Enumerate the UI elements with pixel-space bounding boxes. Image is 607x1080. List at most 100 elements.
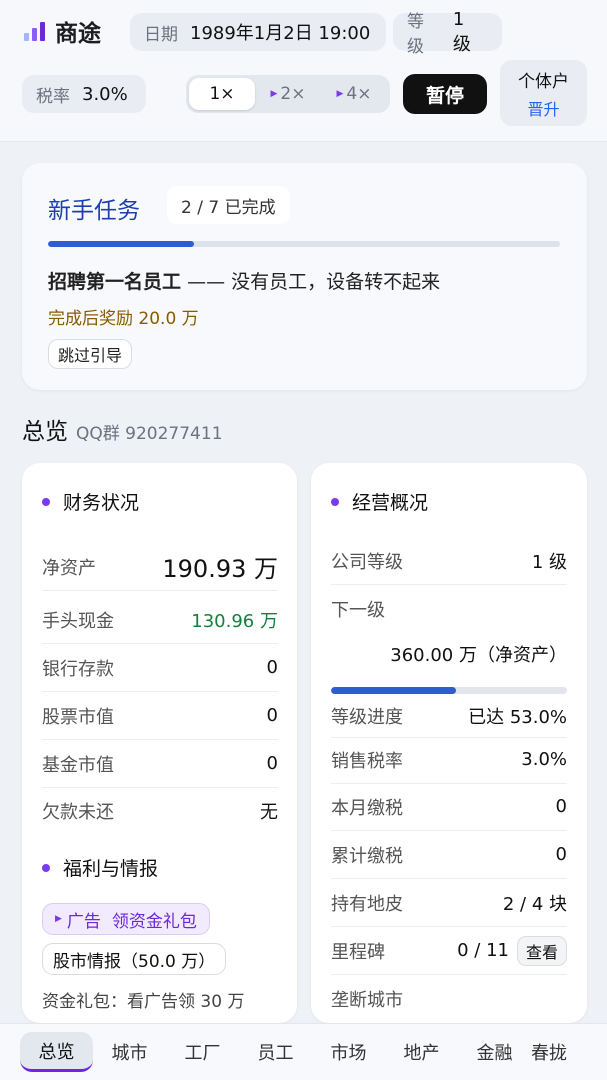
row-value: 0 / 11 — [457, 940, 509, 961]
finance-row-cash: 手头现金 130.96 万 — [42, 596, 278, 644]
milestone-value-group: 0 / 11 查看 — [457, 935, 567, 966]
view-milestone-button[interactable]: 查看 — [516, 935, 567, 966]
biz-row-milestone: 里程碑 0 / 11 查看 — [331, 927, 567, 975]
row-value: 0 — [266, 753, 278, 774]
finance-row-net-assets: 净资产 190.93 万 — [42, 543, 278, 591]
nav-tab-more[interactable]: 春拢 — [531, 1032, 571, 1072]
task-desc: —— 没有员工，设备转不起来 — [187, 271, 441, 293]
nav-tab-city[interactable]: 城市 — [93, 1032, 166, 1072]
finance-title: 财务状况 — [42, 488, 139, 515]
bar-chart-icon — [24, 21, 45, 41]
finance-row-bank: 银行存款 0 — [42, 644, 278, 692]
upgrade-label: 晋升 — [527, 99, 560, 119]
guide-progress-count: 2 / 7 已完成 — [167, 186, 290, 224]
speed-2x-button[interactable]: ▶ 2× — [255, 78, 321, 110]
finance-row-debt: 欠款未还 无 — [42, 787, 278, 835]
top-bar: 商途 日期 1989年1月2日 19:00 等级 1 级 税率 3.0% 1× … — [0, 0, 607, 142]
task-line: 招聘第一名员工 —— 没有员工，设备转不起来 — [48, 267, 440, 294]
nav-tab-staff[interactable]: 员工 — [239, 1032, 312, 1072]
level-progress-fill — [331, 687, 457, 694]
biz-row-progress: 等级进度 已达 53.0% — [331, 694, 567, 738]
row-label: 本月缴税 — [331, 797, 403, 819]
row-label: 股票市值 — [42, 706, 114, 728]
app-title: 商途 — [55, 21, 101, 47]
play-icon: ▶ — [55, 914, 62, 924]
biz-row-month-tax: 本月缴税 0 — [331, 783, 567, 831]
row-label: 手头现金 — [42, 610, 114, 632]
date-display: 日期 1989年1月2日 19:00 — [130, 13, 386, 51]
tax-display: 税率 3.0% — [22, 75, 146, 113]
row-label: 下一级 — [331, 600, 385, 621]
stock-tip-button[interactable]: 股市情报（50.0 万） — [42, 943, 227, 975]
row-label: 等级进度 — [331, 706, 403, 728]
nav-tab-factory[interactable]: 工厂 — [166, 1032, 239, 1072]
bottom-nav: 总览 城市 工厂 员工 市场 地产 金融 春拢 — [0, 1023, 607, 1080]
row-value: 0 — [266, 705, 278, 726]
nav-tab-realestate[interactable]: 地产 — [385, 1032, 458, 1072]
skip-guide-button[interactable]: 跳过引导 — [48, 339, 133, 369]
finance-row-stocks: 股票市值 0 — [42, 692, 278, 740]
guide-card: 新手任务 2 / 7 已完成 招聘第一名员工 —— 没有员工，设备转不起来 完成… — [22, 163, 587, 390]
row-value: 0 — [555, 844, 567, 865]
pause-button[interactable]: 暂停 — [403, 74, 487, 114]
row-label: 持有地皮 — [331, 893, 403, 915]
speed-2x-label: 2× — [280, 84, 306, 104]
nav-tab-overview[interactable]: 总览 — [20, 1032, 93, 1072]
date-label: 日期 — [144, 24, 178, 45]
speed-4x-button[interactable]: ▶ 4× — [321, 78, 387, 110]
tax-value: 3.0% — [82, 83, 128, 105]
welfare-title: 福利与情报 — [42, 854, 158, 881]
ad-label: 广告 — [66, 911, 101, 932]
business-title: 经营概况 — [331, 488, 428, 515]
date-value: 1989年1月2日 19:00 — [190, 23, 371, 44]
business-title-text: 经营概况 — [352, 492, 429, 514]
task-reward: 完成后奖励 20.0 万 — [48, 309, 199, 329]
row-value: 3.0% — [521, 749, 567, 770]
finance-card: 财务状况 净资产 190.93 万 手头现金 130.96 万 银行存款 0 股… — [22, 463, 297, 1023]
row-value: 已达 53.0% — [468, 706, 567, 728]
speed-1x-button[interactable]: 1× — [189, 78, 255, 110]
biz-row-tax-rate: 销售税率 3.0% — [331, 736, 567, 784]
task-name: 招聘第一名员工 — [48, 271, 182, 293]
bullet-icon — [42, 497, 50, 506]
finance-title-text: 财务状况 — [63, 492, 140, 514]
row-label: 里程碑 — [331, 941, 385, 963]
guide-progress-fill — [48, 241, 195, 247]
row-value: 2 / 4 块 — [502, 893, 567, 915]
row-label: 基金市值 — [42, 754, 114, 776]
row-value: 0 — [555, 796, 567, 817]
row-value: 130.96 万 — [191, 610, 278, 632]
biz-row-city: 垄断城市 — [331, 975, 567, 1023]
row-label: 销售税率 — [331, 750, 403, 772]
biz-row-land: 持有地皮 2 / 4 块 — [331, 879, 567, 927]
overview-header: 总览 QQ群 920277411 — [22, 412, 223, 446]
tax-label: 税率 — [36, 86, 70, 107]
nav-tab-market[interactable]: 市场 — [312, 1032, 385, 1072]
app-logo: 商途 — [24, 14, 101, 48]
entity-upgrade-button[interactable]: 个体户 晋升 — [500, 60, 587, 126]
level-progress-bar — [331, 687, 567, 694]
next-level-value: 360.00 万（净资产） — [390, 645, 567, 666]
row-label: 欠款未还 — [42, 802, 114, 823]
speed-selector: 1× ▶ 2× ▶ 4× — [186, 75, 390, 113]
row-label: 银行存款 — [42, 658, 114, 680]
play-icon: ▶ — [270, 89, 278, 99]
level-label: 等级 — [407, 12, 424, 57]
gift-info: 资金礼包：看广告领 30 万 — [42, 992, 245, 1012]
row-label: 垄断城市 — [331, 990, 403, 1011]
row-label: 净资产 — [42, 557, 96, 579]
biz-row-next-level: 下一级 — [331, 585, 567, 633]
row-label: 累计缴税 — [331, 845, 403, 867]
row-value: 190.93 万 — [162, 555, 278, 583]
ad-gift-button[interactable]: ▶ 广告 领资金礼包 — [42, 903, 210, 935]
guide-title: 新手任务 — [48, 198, 140, 224]
finance-row-funds: 基金市值 0 — [42, 740, 278, 788]
business-card: 经营概况 公司等级 1 级 下一级 360.00 万（净资产） 等级进度 已达 … — [311, 463, 587, 1023]
nav-tab-finance[interactable]: 金融 — [458, 1032, 531, 1072]
ad-text: 领资金礼包 — [111, 911, 197, 932]
qq-group: QQ群 920277411 — [76, 424, 223, 444]
row-value: 无 — [260, 802, 278, 823]
level-display: 等级 1 级 — [393, 9, 502, 57]
bullet-icon — [42, 863, 50, 872]
biz-row-total-tax: 累计缴税 0 — [331, 831, 567, 879]
